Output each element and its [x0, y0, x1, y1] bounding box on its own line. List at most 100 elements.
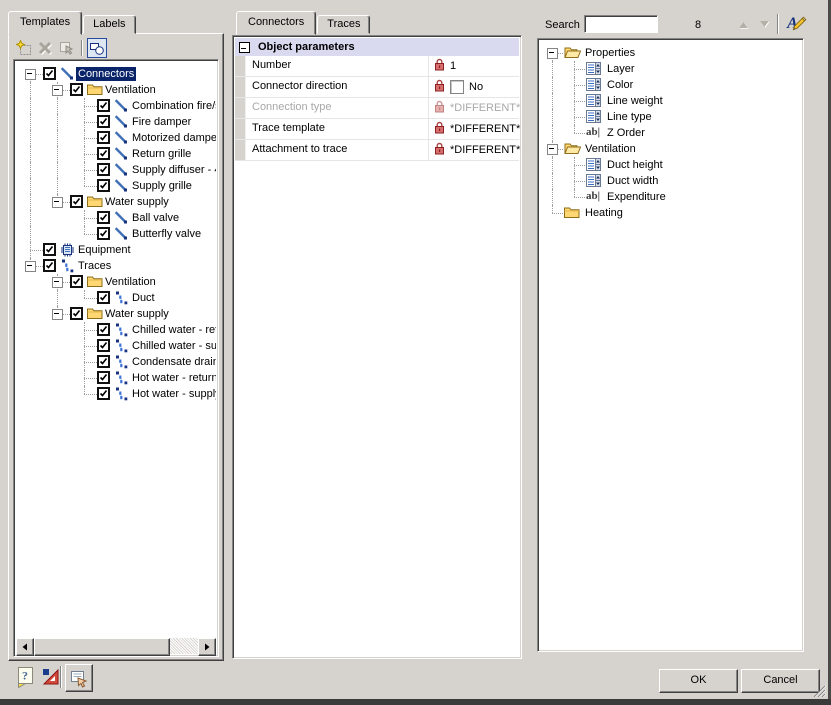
tree-item[interactable]: Connectors: [16, 66, 216, 82]
tree-item[interactable]: Condensate drain: [16, 354, 216, 370]
tree-item-label[interactable]: Condensate drain: [130, 355, 216, 369]
tree-checkbox[interactable]: [70, 307, 83, 320]
collapse-toggle[interactable]: [239, 42, 250, 53]
form-pointer-button[interactable]: [65, 664, 93, 692]
tree-item-label[interactable]: Duct width: [605, 174, 660, 188]
property-value[interactable]: 1: [450, 60, 456, 72]
tree-item[interactable]: Heating: [540, 205, 801, 221]
tree-item[interactable]: Duct: [16, 290, 216, 306]
tree-item[interactable]: Butterfly valve: [16, 226, 216, 242]
tree-item[interactable]: Chilled water - return: [16, 322, 216, 338]
tree-item-label[interactable]: Duct: [130, 291, 157, 305]
tree-item-label[interactable]: Combination fire/smo: [130, 99, 216, 113]
tree-item-label[interactable]: Water supply: [103, 307, 171, 321]
expand-toggle[interactable]: [547, 144, 558, 155]
tree-checkbox[interactable]: [43, 243, 56, 256]
tree-item[interactable]: ab|Z Order: [540, 125, 801, 141]
tree-item[interactable]: Ball valve: [16, 210, 216, 226]
scroll-right-button[interactable]: [198, 638, 216, 656]
tree-item[interactable]: Motorized damper: [16, 130, 216, 146]
tree-item-label[interactable]: Z Order: [605, 126, 647, 140]
tree-item[interactable]: Fire damper: [16, 114, 216, 130]
expand-toggle[interactable]: [25, 261, 36, 272]
tree-checkbox[interactable]: [97, 323, 110, 336]
expand-toggle[interactable]: [25, 69, 36, 80]
tree-item[interactable]: ab|Expenditure: [540, 189, 801, 205]
tree-checkbox[interactable]: [97, 211, 110, 224]
tab-templates[interactable]: Templates: [8, 11, 82, 35]
horizontal-scrollbar[interactable]: [16, 638, 216, 654]
tree-checkbox[interactable]: [43, 67, 56, 80]
tree-checkbox[interactable]: [97, 179, 110, 192]
tree-item-label[interactable]: Ventilation: [103, 275, 158, 289]
tree-item-label[interactable]: Motorized damper: [130, 131, 216, 145]
tree-item-label[interactable]: Fire damper: [130, 115, 193, 129]
expand-toggle[interactable]: [52, 309, 63, 320]
property-value-cell[interactable]: *DIFFERENT*: [428, 140, 519, 160]
tree-item[interactable]: Water supply: [16, 194, 216, 210]
help-button[interactable]: ?: [16, 666, 36, 692]
tree-item-label[interactable]: Chilled water - supply: [130, 339, 216, 353]
tree-item[interactable]: Return grille: [16, 146, 216, 162]
property-value-cell[interactable]: *DIFFERENT*: [428, 98, 519, 118]
tree-item[interactable]: Supply grille: [16, 178, 216, 194]
tree-item-label[interactable]: Ventilation: [103, 83, 158, 97]
property-value[interactable]: *DIFFERENT*: [450, 102, 520, 114]
tree-checkbox[interactable]: [97, 339, 110, 352]
tree-item[interactable]: Chilled water - supply: [16, 338, 216, 354]
tree-checkbox[interactable]: [70, 83, 83, 96]
tree-item-label[interactable]: Supply grille: [130, 179, 194, 193]
tree-checkbox[interactable]: [97, 387, 110, 400]
tree-item-label[interactable]: Expenditure: [605, 190, 668, 204]
tree-item[interactable]: Properties: [540, 45, 801, 61]
tree-checkbox[interactable]: [70, 275, 83, 288]
tree-checkbox[interactable]: [97, 371, 110, 384]
tree-item[interactable]: Traces: [16, 258, 216, 274]
tree-item[interactable]: Supply diffuser - 4-wa: [16, 162, 216, 178]
tree-item-label[interactable]: Hot water - supply: [130, 387, 216, 401]
tree-item-label[interactable]: Line type: [605, 110, 654, 124]
tree-item[interactable]: Ventilation: [16, 82, 216, 98]
tree-item-label[interactable]: Ventilation: [583, 142, 638, 156]
expand-toggle[interactable]: [547, 48, 558, 59]
set-square-button[interactable]: [41, 667, 61, 690]
tree-checkbox[interactable]: [97, 163, 110, 176]
tree-item[interactable]: Duct height: [540, 157, 801, 173]
tree-item-label[interactable]: Chilled water - return: [130, 323, 216, 337]
value-checkbox[interactable]: [450, 80, 464, 94]
tree-item-label[interactable]: Heating: [583, 206, 625, 220]
cancel-button[interactable]: Cancel: [741, 669, 820, 693]
tab-labels[interactable]: Labels: [83, 15, 135, 34]
tree-item-label[interactable]: Layer: [605, 62, 637, 76]
search-input[interactable]: [584, 15, 658, 33]
expand-toggle[interactable]: [52, 197, 63, 208]
tree-item[interactable]: Equipment: [16, 242, 216, 258]
tree-item-label[interactable]: Duct height: [605, 158, 665, 172]
property-value-cell[interactable]: *DIFFERENT*: [428, 119, 519, 139]
tree-checkbox[interactable]: [97, 99, 110, 112]
tree-item-label[interactable]: Traces: [76, 259, 113, 273]
tree-item[interactable]: Combination fire/smo: [16, 98, 216, 114]
tree-item-label[interactable]: Ball valve: [130, 211, 181, 225]
tree-item-label[interactable]: Color: [605, 78, 635, 92]
tree-checkbox[interactable]: [97, 291, 110, 304]
tree-item-label[interactable]: Line weight: [605, 94, 665, 108]
tree-item[interactable]: Ventilation: [16, 274, 216, 290]
tree-checkbox[interactable]: [97, 131, 110, 144]
expand-toggle[interactable]: [52, 277, 63, 288]
tree-item[interactable]: Layer: [540, 61, 801, 77]
tree-item-label[interactable]: Properties: [583, 46, 637, 60]
ok-button[interactable]: OK: [659, 669, 738, 693]
property-value[interactable]: *DIFFERENT*: [450, 123, 520, 135]
tree-item[interactable]: Hot water - supply: [16, 386, 216, 402]
tree-checkbox[interactable]: [70, 195, 83, 208]
tree-item-label[interactable]: Hot water - return: [130, 371, 216, 385]
search-attribute-edit-button[interactable]: A: [784, 12, 810, 35]
tree-item[interactable]: Duct width: [540, 173, 801, 189]
tree-item-label[interactable]: Equipment: [76, 243, 133, 257]
tree-item[interactable]: Ventilation: [540, 141, 801, 157]
tree-checkbox[interactable]: [97, 147, 110, 160]
scroll-track[interactable]: [170, 638, 198, 654]
property-value[interactable]: No: [469, 81, 483, 93]
tree-item[interactable]: Line type: [540, 109, 801, 125]
